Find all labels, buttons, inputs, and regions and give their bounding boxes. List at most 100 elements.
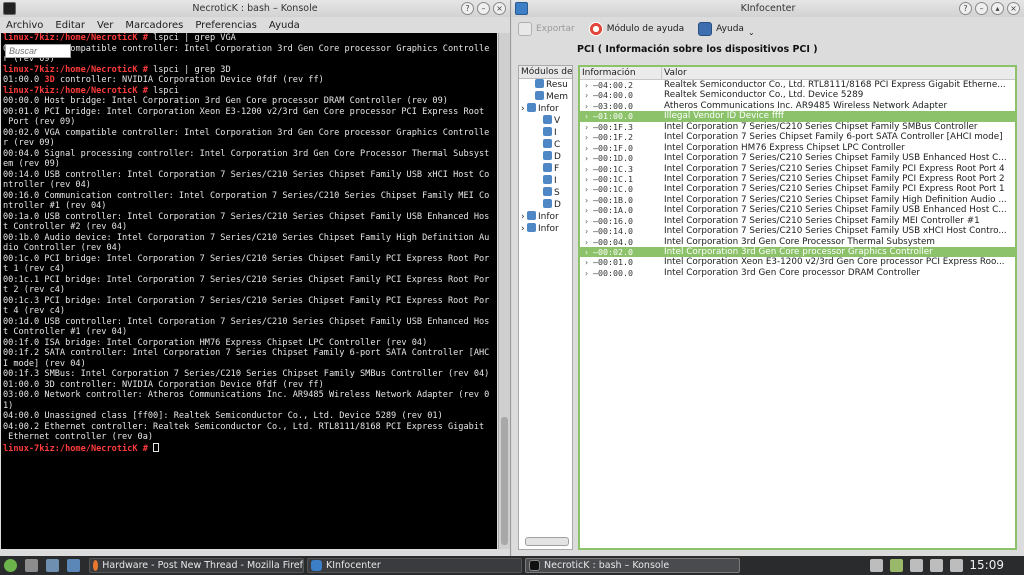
network-icon[interactable]: [870, 559, 883, 572]
expand-arrow-icon[interactable]: ›: [584, 143, 593, 153]
table-row[interactable]: › –00:1D.0 Intel Corporation 7 Series/C210…: [580, 153, 1015, 163]
minimize-icon[interactable]: –: [975, 2, 988, 15]
terminal-text: ntroller #1 (rev 04): [3, 201, 107, 211]
expand-arrow-icon[interactable]: ›: [584, 205, 593, 215]
expand-arrow-icon[interactable]: ›: [584, 101, 593, 111]
table-row[interactable]: › –00:16.0 Intel Corporation 7 Series/C210…: [580, 216, 1015, 226]
help-icon[interactable]: ?: [959, 2, 972, 15]
expand-arrow-icon[interactable]: ›: [584, 257, 593, 267]
kinfo-titlebar[interactable]: KInfocenter ? – ▴ ×: [512, 0, 1024, 17]
pci-device-value: Intel Corporation 7 Series/C210 Series C…: [664, 153, 1007, 164]
tree-item[interactable]: › Infor: [519, 103, 572, 115]
expand-arrow-icon[interactable]: ›: [584, 122, 593, 132]
table-row[interactable]: › –00:1F.3 Intel Corporation 7 Series/C210…: [580, 122, 1015, 132]
table-row[interactable]: › –00:04.0 Intel Corporation 3rd Gen Core …: [580, 237, 1015, 247]
tree-item[interactable]: V: [519, 115, 572, 127]
pci-slot-id: 00:1F.0: [598, 142, 633, 153]
expand-arrow-icon[interactable]: ›: [584, 195, 593, 205]
task-konsole[interactable]: NecroticK : bash – Konsole: [525, 558, 740, 573]
tree-item[interactable]: › Infor: [519, 223, 572, 235]
file-manager-icon[interactable]: [67, 559, 80, 572]
menu-preferencias[interactable]: Preferencias: [195, 20, 257, 31]
menu-ayuda[interactable]: Ayuda: [269, 20, 300, 31]
maximize-icon[interactable]: ▴: [991, 2, 1004, 15]
tree-item[interactable]: D: [519, 199, 572, 211]
menu-editar[interactable]: Editar: [55, 20, 85, 31]
pci-device-value: Intel Corporation 7 Series/C210 Series C…: [664, 173, 1005, 184]
clock[interactable]: 15:09: [969, 558, 1004, 572]
tree-item[interactable]: S: [519, 187, 572, 199]
tree-item[interactable]: I: [519, 127, 572, 139]
expand-arrow-icon[interactable]: ›: [584, 153, 593, 163]
nvidia-icon[interactable]: [890, 559, 903, 572]
table-row[interactable]: › –00:1C.3 Intel Corporation 7 Series/C210…: [580, 164, 1015, 174]
modules-tree[interactable]: Módulos de Resu Mem › Infor V I C D F I S D › Infor › I…: [518, 65, 573, 550]
help-icon[interactable]: ?: [461, 2, 474, 15]
tree-item[interactable]: Mem: [519, 91, 572, 103]
desktop-icon[interactable]: [25, 559, 38, 572]
table-row[interactable]: › –00:1C.0 Intel Corporation 7 Series/C210…: [580, 184, 1015, 194]
expand-arrow-icon[interactable]: ›: [584, 268, 593, 278]
menu-ver[interactable]: Ver: [97, 20, 113, 31]
export-button[interactable]: Exportar: [518, 22, 575, 36]
task-firefox[interactable]: Hardware - Post New Thread - Mozilla Fir…: [89, 558, 304, 573]
table-row[interactable]: › –00:01.0 Intel Corporation Xeon E3-1200 …: [580, 257, 1015, 267]
activities-icon[interactable]: [46, 559, 59, 572]
expand-arrow-icon[interactable]: ›: [584, 164, 593, 174]
column-valor[interactable]: Valor: [662, 67, 1015, 79]
table-row[interactable]: › –00:02.0 Intel Corporation 3rd Gen Core …: [580, 247, 1015, 258]
help-module-button[interactable]: Módulo de ayuda: [588, 22, 684, 36]
tree-item[interactable]: › Infor: [519, 211, 572, 223]
konsole-titlebar[interactable]: NecroticK : bash – Konsole ? – ×: [0, 0, 510, 17]
expand-arrow-icon[interactable]: ›: [584, 80, 593, 90]
table-row[interactable]: › –00:00.0 Intel Corporation 3rd Gen Core …: [580, 268, 1015, 278]
column-informacion[interactable]: Información: [580, 67, 662, 79]
tree-item[interactable]: C: [519, 139, 572, 151]
table-row[interactable]: › –00:1B.0 Intel Corporation 7 Series/C210…: [580, 195, 1015, 205]
expand-arrow-icon[interactable]: ›: [584, 216, 593, 226]
task-kinfocenter[interactable]: KInfocenter: [307, 558, 522, 573]
tree-item[interactable]: I: [519, 175, 572, 187]
table-row[interactable]: › –00:1A.0 Intel Corporation 7 Series/C210…: [580, 205, 1015, 215]
minimize-icon[interactable]: –: [477, 2, 490, 15]
expand-arrow-icon[interactable]: ›: [584, 132, 593, 142]
tree-item[interactable]: Resu: [519, 79, 572, 91]
modules-header[interactable]: Módulos de: [519, 66, 572, 79]
battery-icon[interactable]: [950, 559, 963, 572]
table-row[interactable]: › –00:14.0 Intel Corporation 7 Series/C210…: [580, 226, 1015, 236]
table-row[interactable]: › –04:00.0 Realtek Semiconductor Co., Ltd.…: [580, 90, 1015, 100]
pci-slot-id: 00:1C.1: [598, 173, 633, 184]
table-row[interactable]: › –04:00.2 Realtek Semiconductor Co., Ltd.…: [580, 80, 1015, 90]
expand-arrow-icon[interactable]: ›: [584, 184, 593, 194]
shell-prompt: linux-7kiz:/home/NecroticK #: [3, 33, 148, 43]
table-row[interactable]: › –00:1F.0 Intel Corporation HM76 Express …: [580, 143, 1015, 153]
clipboard-icon[interactable]: [910, 559, 923, 572]
expand-arrow-icon[interactable]: ›: [584, 111, 593, 121]
terminal-scrollbar[interactable]: [498, 33, 510, 549]
table-row[interactable]: › –00:1F.2 Intel Corporation 7 Series Chip…: [580, 132, 1015, 142]
app-launcher-icon[interactable]: [4, 559, 17, 572]
horizontal-scrollbar[interactable]: [525, 537, 569, 546]
table-row[interactable]: › –00:1C.1 Intel Corporation 7 Series/C210…: [580, 174, 1015, 184]
terminal-line: 00:1d.0 USB controller: Intel Corporatio…: [3, 317, 495, 328]
expand-arrow-icon[interactable]: ›: [584, 226, 593, 236]
terminal-output[interactable]: linux-7kiz:/home/NecroticK # lspci | gre…: [1, 33, 497, 549]
table-row[interactable]: › –01:00.0 Illegal Vendor ID Device ffff: [580, 111, 1015, 122]
menu-archivo[interactable]: Archivo: [6, 20, 43, 31]
volume-icon[interactable]: [930, 559, 943, 572]
kinfo-title: KInfocenter: [740, 3, 796, 14]
table-row[interactable]: › –03:00.0 Atheros Communications Inc. AR9…: [580, 101, 1015, 111]
search-input[interactable]: [5, 44, 71, 58]
close-icon[interactable]: ×: [493, 2, 506, 15]
expand-arrow-icon[interactable]: ›: [584, 247, 593, 257]
expand-arrow-icon[interactable]: ›: [584, 237, 593, 247]
close-icon[interactable]: ×: [1007, 2, 1020, 15]
tree-item[interactable]: D: [519, 151, 572, 163]
expand-arrow-icon[interactable]: ›: [584, 174, 593, 184]
expand-arrow-icon[interactable]: ›: [584, 90, 593, 100]
menu-marcadores[interactable]: Marcadores: [125, 20, 183, 31]
help-button[interactable]: Ayuda ⌄: [698, 22, 755, 37]
tree-item[interactable]: F: [519, 163, 572, 175]
terminal-line: 00:1c.0 PCI bridge: Intel Corporation 7 …: [3, 254, 495, 265]
scrollbar-thumb[interactable]: [501, 417, 508, 545]
